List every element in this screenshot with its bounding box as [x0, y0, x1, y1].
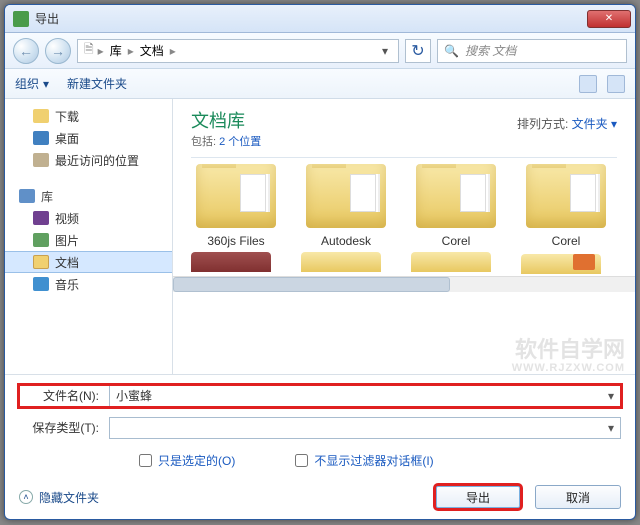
cancel-button[interactable]: 取消 [535, 485, 621, 509]
sidebar-group-libraries[interactable]: 库 [5, 185, 172, 207]
sidebar-item-recent[interactable]: 最近访问的位置 [5, 149, 172, 171]
download-icon [33, 109, 49, 123]
library-subtitle: 包括: 2 个位置 [191, 133, 617, 149]
footer-row: ˄ 隐藏文件夹 导出 取消 [19, 475, 621, 509]
horizontal-scrollbar[interactable] [173, 276, 635, 292]
filename-dropdown[interactable]: ▾ [608, 389, 614, 403]
export-dialog: 导出 ✕ ← → 🗎 ▸ 库 ▸ 文档 ▸ ▾ ↻ 🔍 搜索 文档 组织 ▾ 新… [4, 4, 636, 520]
chevron-down-icon: ▾ [43, 77, 49, 91]
folder-icon [526, 164, 606, 228]
breadcrumb-lib[interactable]: 库 [106, 42, 126, 59]
sidebar-item-pictures[interactable]: 图片 [5, 229, 172, 251]
nav-bar: ← → 🗎 ▸ 库 ▸ 文档 ▸ ▾ ↻ 🔍 搜索 文档 [5, 33, 635, 69]
folder-item[interactable]: 360js Files [191, 164, 281, 248]
sidebar-item-desktop[interactable]: 桌面 [5, 127, 172, 149]
search-input[interactable]: 🔍 搜索 文档 [437, 39, 627, 63]
hide-folders-toggle[interactable]: ˄ 隐藏文件夹 [19, 489, 99, 506]
folder-grid: 360js Files Autodesk Corel Corel [173, 164, 635, 248]
document-icon [33, 255, 49, 269]
app-icon [13, 11, 29, 27]
help-button[interactable] [607, 75, 625, 93]
recent-icon [33, 153, 49, 167]
options-row: 只是选定的(O) 不显示过滤器对话框(I) [19, 449, 621, 475]
sidebar: 下载 桌面 最近访问的位置 库 视频 图片 文档 音乐 [5, 99, 173, 374]
folder-item[interactable]: Autodesk [301, 164, 391, 248]
form-area: 文件名(N): 小蜜蜂 ▾ 保存类型(T): ▾ 只是选定的(O) 不显示过滤器… [5, 374, 635, 519]
folder-icon [196, 164, 276, 228]
close-icon: ✕ [605, 13, 613, 24]
video-icon [33, 211, 49, 225]
no-filter-dialog-checkbox[interactable]: 不显示过滤器对话框(I) [295, 453, 433, 469]
library-icon [19, 189, 35, 203]
folder-icon[interactable] [411, 252, 491, 272]
forward-button[interactable]: → [45, 38, 71, 64]
address-dropdown[interactable]: ▾ [376, 44, 394, 58]
filetype-select[interactable]: ▾ [109, 417, 621, 439]
forward-icon: → [51, 43, 65, 59]
refresh-button[interactable]: ↻ [405, 39, 431, 63]
search-placeholder: 搜索 文档 [465, 42, 516, 59]
refresh-icon: ↻ [411, 41, 424, 61]
picture-icon [33, 233, 49, 247]
filename-row: 文件名(N): 小蜜蜂 ▾ [19, 385, 621, 407]
folder-item[interactable]: Corel [521, 164, 611, 248]
folder-icon[interactable] [521, 254, 601, 274]
only-selected-checkbox[interactable]: 只是选定的(O) [139, 453, 235, 469]
desktop-icon [33, 131, 49, 145]
chevron-down-icon: ▾ [608, 421, 614, 435]
filetype-label: 保存类型(T): [19, 419, 109, 436]
music-icon [33, 277, 49, 291]
sort-mode[interactable]: 文件夹 ▾ [572, 117, 617, 131]
search-icon: 🔍 [444, 44, 459, 58]
folder-icon [306, 164, 386, 228]
new-folder-button[interactable]: 新建文件夹 [67, 75, 127, 92]
sidebar-item-music[interactable]: 音乐 [5, 273, 172, 295]
sidebar-item-downloads[interactable]: 下载 [5, 105, 172, 127]
view-options-button[interactable] [579, 75, 597, 93]
sidebar-item-documents[interactable]: 文档 [5, 251, 172, 273]
toolbar: 组织 ▾ 新建文件夹 [5, 69, 635, 99]
back-icon: ← [19, 43, 33, 59]
folder-item[interactable]: Corel [411, 164, 501, 248]
title-bar: 导出 ✕ [5, 5, 635, 33]
address-bar[interactable]: 🗎 ▸ 库 ▸ 文档 ▸ ▾ [77, 39, 399, 63]
close-button[interactable]: ✕ [587, 10, 631, 28]
folder-icon[interactable] [191, 252, 271, 272]
back-button[interactable]: ← [13, 38, 39, 64]
sidebar-item-videos[interactable]: 视频 [5, 207, 172, 229]
export-button[interactable]: 导出 [435, 485, 521, 509]
organize-menu[interactable]: 组织 ▾ [15, 75, 49, 92]
chevron-up-icon: ˄ [19, 490, 33, 504]
watermark: 软件自学网 WWW.RJZXW.COM [512, 338, 625, 374]
checkbox-input[interactable] [139, 454, 152, 467]
filename-label: 文件名(N): [19, 387, 109, 404]
body-area: 下载 桌面 最近访问的位置 库 视频 图片 文档 音乐 文档库 包括: 2 个位… [5, 99, 635, 374]
sort-row: 排列方式: 文件夹 ▾ [517, 115, 617, 132]
checkbox-input[interactable] [295, 454, 308, 467]
filename-input[interactable]: 小蜜蜂 ▾ [109, 385, 621, 407]
folder-icon[interactable] [301, 252, 381, 272]
window-title: 导出 [35, 10, 59, 27]
breadcrumb-docs[interactable]: 文档 [136, 42, 168, 59]
content-pane: 文档库 包括: 2 个位置 排列方式: 文件夹 ▾ 360js Files Au… [173, 99, 635, 374]
locations-link[interactable]: 2 个位置 [219, 136, 261, 148]
root-icon: 🗎 [82, 40, 96, 61]
folder-icon [416, 164, 496, 228]
filetype-row: 保存类型(T): ▾ [19, 417, 621, 439]
